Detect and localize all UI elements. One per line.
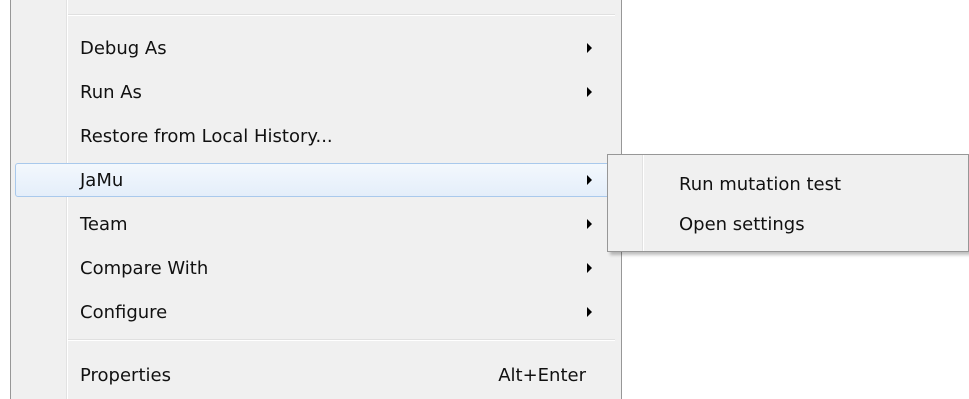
menu-item-properties[interactable]: Properties Alt+Enter — [15, 358, 617, 392]
submenu-item-label: Open settings — [679, 214, 805, 235]
menu-item-label: Restore from Local History... — [80, 126, 333, 147]
menu-item-restore-from-local-history[interactable]: Restore from Local History... — [15, 119, 617, 153]
menu-item-jamu[interactable]: JaMu — [15, 163, 617, 197]
menu-item-team[interactable]: Team — [15, 207, 617, 241]
submenu-arrow-icon — [587, 307, 592, 317]
submenu-arrow-icon — [587, 175, 592, 185]
submenu-arrow-icon — [587, 87, 592, 97]
menu-item-label: Compare With — [80, 258, 209, 279]
submenu-item-open-settings[interactable]: Open settings — [612, 207, 964, 241]
context-menu: Debug As Run As Restore from Local Histo… — [10, 0, 622, 399]
submenu-arrow-icon — [587, 263, 592, 273]
menu-item-label: Debug As — [80, 38, 167, 59]
menu-item-label: Properties — [80, 365, 171, 386]
menu-item-label: Run As — [80, 82, 142, 103]
menu-item-compare-with[interactable]: Compare With — [15, 251, 617, 285]
jamu-submenu: Run mutation test Open settings — [607, 154, 969, 252]
submenu-arrow-icon — [587, 219, 592, 229]
submenu-arrow-icon — [587, 43, 592, 53]
menu-item-label: JaMu — [80, 170, 124, 191]
menu-item-label: Configure — [80, 302, 168, 323]
menu-item-run-as[interactable]: Run As — [15, 75, 617, 109]
submenu-item-run-mutation-test[interactable]: Run mutation test — [612, 167, 964, 201]
screen: Debug As Run As Restore from Local Histo… — [0, 0, 969, 399]
submenu-item-label: Run mutation test — [679, 174, 842, 195]
menu-separator-top — [68, 14, 615, 16]
menu-separator — [68, 339, 615, 341]
menu-item-debug-as[interactable]: Debug As — [15, 31, 617, 65]
menu-item-label: Team — [80, 214, 128, 235]
menu-item-shortcut: Alt+Enter — [498, 365, 586, 386]
menu-item-configure[interactable]: Configure — [15, 295, 617, 329]
